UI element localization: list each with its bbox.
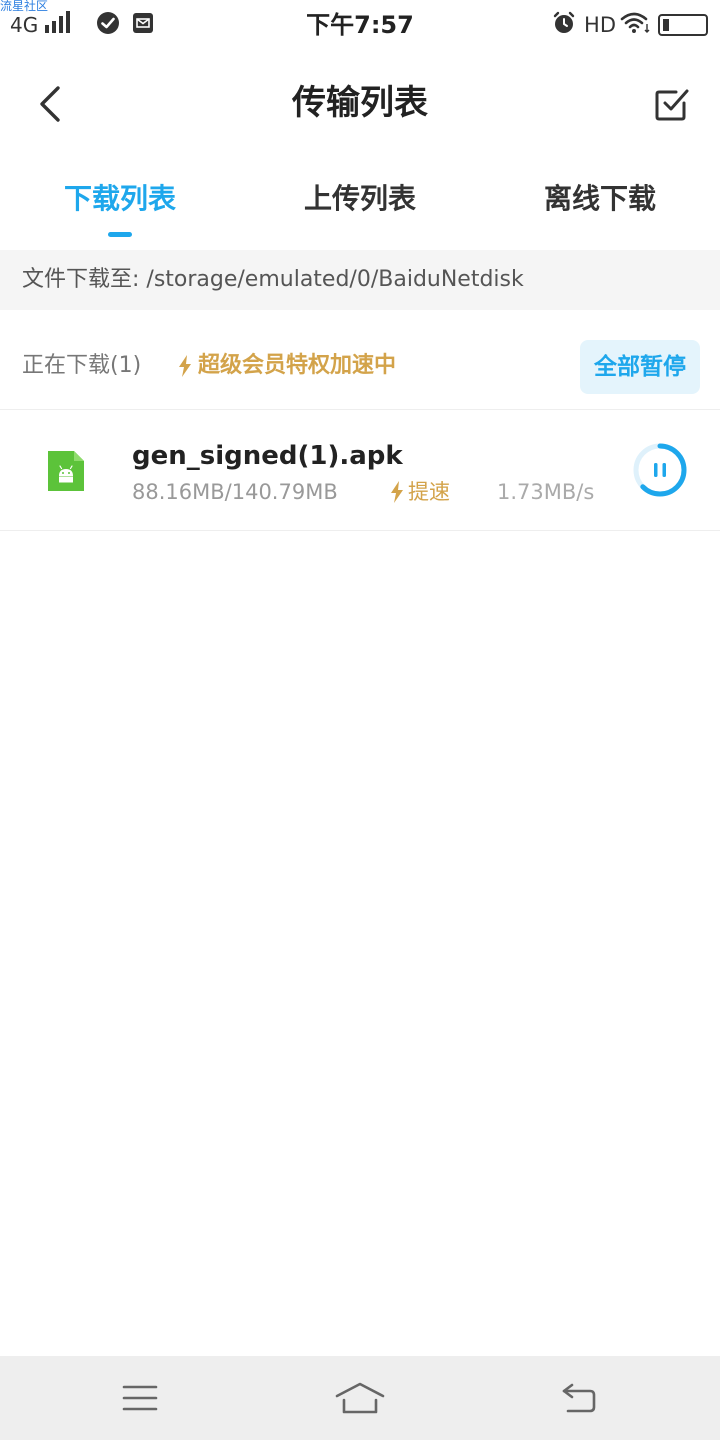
pause-icon — [654, 463, 666, 477]
file-size: 88.16MB/140.79MB — [132, 480, 338, 504]
tab-offline-download[interactable]: 离线下载 — [480, 170, 720, 248]
lightning-icon — [391, 481, 403, 503]
battery-icon — [658, 14, 708, 36]
menu-icon — [122, 1385, 158, 1411]
tab-upload-list[interactable]: 上传列表 — [240, 170, 480, 248]
system-back-button[interactable] — [548, 1374, 608, 1422]
navigation-bar — [0, 1356, 720, 1440]
download-path: 文件下载至: /storage/emulated/0/BaiduNetdisk — [0, 250, 720, 310]
download-speed: 1.73MB/s — [497, 480, 595, 504]
tab-label: 下载列表 — [63, 182, 176, 215]
hd-indicator: HD — [584, 13, 616, 37]
home-button[interactable] — [330, 1374, 390, 1422]
menu-button[interactable] — [110, 1374, 170, 1422]
title-bar: 传输列表 — [0, 62, 720, 146]
section-header: 正在下载(1) 超级会员特权加速中 全部暂停 — [0, 322, 720, 410]
page-title: 传输列表 — [292, 83, 428, 123]
vip-text: 超级会员特权加速中 — [198, 353, 397, 378]
list-item[interactable]: gen_signed(1).apk 88.16MB/140.79MB 提速 1.… — [0, 411, 720, 531]
status-bar: 流星社区 4G 下午7:57 HD — [0, 0, 720, 50]
wifi-icon — [620, 11, 650, 39]
select-button[interactable] — [650, 82, 694, 126]
downloading-count: 正在下载(1) — [22, 353, 142, 378]
alarm-icon — [552, 11, 576, 39]
tab-bar: 下载列表 上传列表 离线下载 — [0, 170, 720, 248]
return-icon — [562, 1383, 596, 1413]
home-icon — [335, 1382, 385, 1414]
pause-button[interactable] — [631, 441, 689, 499]
lightning-icon — [179, 355, 191, 377]
checkbox-icon — [655, 89, 689, 121]
status-right: HD — [552, 11, 708, 39]
boost-label: 提速 — [408, 480, 450, 504]
tab-label: 上传列表 — [303, 182, 416, 215]
tab-label: 离线下载 — [543, 182, 656, 215]
pause-all-button[interactable]: 全部暂停 — [580, 340, 700, 394]
speed-boost-button[interactable]: 提速 — [390, 477, 450, 507]
file-name: gen_signed(1).apk — [132, 441, 403, 471]
tab-download-list[interactable]: 下载列表 — [0, 170, 240, 248]
tab-indicator — [108, 232, 132, 237]
vip-boost-notice: 超级会员特权加速中 — [178, 348, 396, 384]
android-file-icon — [48, 451, 84, 491]
